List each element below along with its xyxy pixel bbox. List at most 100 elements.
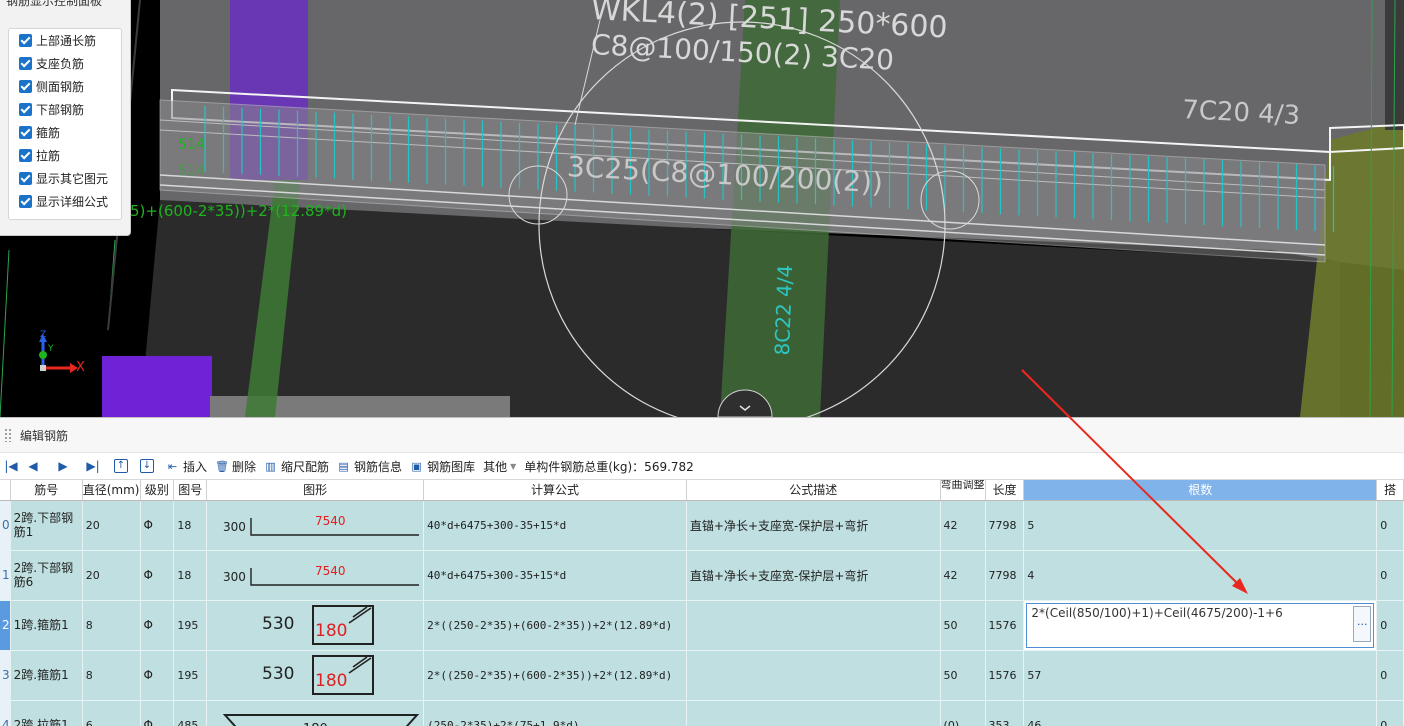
- insert-button[interactable]: ⇤ 插入: [166, 458, 207, 475]
- col-header-lap[interactable]: 搭: [1376, 480, 1404, 501]
- table-row[interactable]: 3 2跨.箍筋1 8 Φ 195 530 180 2*((250-2*35)+(600-2*3…: [0, 650, 1404, 701]
- grade-cell[interactable]: Φ: [140, 650, 175, 701]
- collapse-panel-button[interactable]: [716, 372, 774, 417]
- col-header-shape[interactable]: 图形: [206, 480, 425, 501]
- prev-record-icon[interactable]: ◀: [18, 459, 48, 473]
- length-cell[interactable]: 1576: [985, 650, 1025, 701]
- rebar-info-button[interactable]: ▤ 钢筋信息: [337, 458, 402, 475]
- grade-cell[interactable]: Φ: [140, 600, 175, 651]
- col-header-grade[interactable]: 级别: [140, 480, 175, 501]
- count-formula-input[interactable]: 2*(Ceil(850/100)+1)+Ceil(4675/200)-1+6..…: [1026, 602, 1375, 648]
- table-row[interactable]: 0 2跨.下部钢筋1 20 Φ 18 300 7540 40*d+6475+300-35+15…: [0, 500, 1404, 551]
- count-cell-editing[interactable]: 2*(Ceil(850/100)+1)+Ceil(4675/200)-1+6..…: [1023, 600, 1378, 651]
- bend-cell[interactable]: 50: [940, 650, 986, 701]
- shape-cell[interactable]: 180: [206, 700, 425, 726]
- checkbox-checked-icon[interactable]: [19, 149, 32, 162]
- count-cell[interactable]: 46: [1023, 700, 1378, 726]
- delete-button[interactable]: 🗑 删除: [215, 458, 256, 475]
- diameter-cell[interactable]: 20: [82, 500, 141, 551]
- description-cell[interactable]: [686, 600, 941, 651]
- checkbox-checked-icon[interactable]: [19, 34, 32, 47]
- rebar-name-cell[interactable]: 2跨.箍筋1: [10, 650, 83, 701]
- col-header-count[interactable]: 根数: [1023, 480, 1378, 501]
- lap-cell[interactable]: 0: [1376, 650, 1404, 701]
- shape-cell[interactable]: 300 7540: [206, 500, 425, 551]
- checkbox-checked-icon[interactable]: [19, 80, 32, 93]
- scale-rebar-button[interactable]: ▥ 缩尺配筋: [264, 458, 329, 475]
- checkbox-checked-icon[interactable]: [19, 172, 32, 185]
- grade-cell[interactable]: Φ: [140, 550, 175, 601]
- description-cell[interactable]: [686, 700, 941, 726]
- col-header-diameter[interactable]: 直径(mm): [82, 480, 141, 501]
- col-header-bend[interactable]: 弯曲调整: [940, 480, 986, 501]
- formula-cell[interactable]: 2*((250-2*35)+(600-2*35))+2*(12.89*d): [423, 600, 687, 651]
- formula-cell[interactable]: 2*((250-2*35)+(600-2*35))+2*(12.89*d): [423, 650, 687, 701]
- table-row[interactable]: 1 2跨.下部钢筋6 20 Φ 18 300 7540 40*d+6475+300-35+15…: [0, 550, 1404, 601]
- length-cell[interactable]: 7798: [985, 500, 1025, 551]
- diameter-cell[interactable]: 8: [82, 650, 141, 701]
- checkbox-checked-icon[interactable]: [19, 103, 32, 116]
- rebar-name-cell[interactable]: 2跨.下部钢筋6: [10, 550, 83, 601]
- length-cell[interactable]: 7798: [985, 550, 1025, 601]
- display-option-1[interactable]: 支座负筋: [9, 52, 121, 75]
- count-cell[interactable]: 4: [1023, 550, 1378, 601]
- move-up-button[interactable]: ↑: [114, 459, 132, 473]
- checkbox-checked-icon[interactable]: [19, 195, 32, 208]
- description-cell[interactable]: 直锚+净长+支座宽-保护层+弯折: [686, 500, 941, 551]
- col-header-figure-no[interactable]: 图号: [173, 480, 208, 501]
- diameter-cell[interactable]: 8: [82, 600, 141, 651]
- figure-no-cell[interactable]: 485: [173, 700, 208, 726]
- table-row[interactable]: 2 1跨.箍筋1 8 Φ 195 530 180 2*((250-2*35)+(600-2*3…: [0, 600, 1404, 651]
- table-row[interactable]: 42跨.拉筋16Φ485 180 (250-2*35)+2*(75+1.9*d) (0…: [0, 700, 1404, 726]
- 3d-viewport[interactable]: WKL4(2) [251] 250*600 C8@100/150(2) 3C20…: [0, 0, 1404, 417]
- figure-no-cell[interactable]: 18: [173, 550, 208, 601]
- shape-cell[interactable]: 530 180: [206, 650, 425, 701]
- rebar-library-button[interactable]: ▣ 钢筋图库: [410, 458, 475, 475]
- display-option-7[interactable]: 显示详细公式: [9, 190, 121, 213]
- display-option-4[interactable]: 箍筋: [9, 121, 121, 144]
- display-option-5[interactable]: 拉筋: [9, 144, 121, 167]
- bend-cell[interactable]: (0): [940, 700, 986, 726]
- display-option-2[interactable]: 侧面钢筋: [9, 75, 121, 98]
- count-cell[interactable]: 57: [1023, 650, 1378, 701]
- figure-no-cell[interactable]: 18: [173, 500, 208, 551]
- count-cell[interactable]: 5: [1023, 500, 1378, 551]
- grade-cell[interactable]: Φ: [140, 500, 175, 551]
- grade-cell[interactable]: Φ: [140, 700, 175, 726]
- checkbox-checked-icon[interactable]: [19, 126, 32, 139]
- other-dropdown[interactable]: 其他 ▼: [483, 458, 516, 475]
- col-header-length[interactable]: 长度: [985, 480, 1025, 501]
- formula-cell[interactable]: (250-2*35)+2*(75+1.9*d): [423, 700, 687, 726]
- lap-cell[interactable]: 0: [1376, 550, 1404, 601]
- row-number[interactable]: 1: [0, 550, 11, 601]
- move-down-button[interactable]: ↓: [140, 459, 158, 473]
- ellipsis-button[interactable]: ...: [1353, 605, 1372, 642]
- rebar-name-cell[interactable]: 2跨.下部钢筋1: [10, 500, 83, 551]
- diameter-cell[interactable]: 20: [82, 550, 141, 601]
- formula-cell[interactable]: 40*d+6475+300-35+15*d: [423, 550, 687, 601]
- bend-cell[interactable]: 42: [940, 550, 986, 601]
- next-record-icon[interactable]: ▶: [48, 459, 78, 473]
- diameter-cell[interactable]: 6: [82, 700, 141, 726]
- lap-cell[interactable]: 0: [1376, 700, 1404, 726]
- formula-cell[interactable]: 40*d+6475+300-35+15*d: [423, 500, 687, 551]
- display-option-6[interactable]: 显示其它图元: [9, 167, 121, 190]
- shape-cell[interactable]: 300 7540: [206, 550, 425, 601]
- display-option-0[interactable]: 上部通长筋: [9, 29, 121, 52]
- checkbox-checked-icon[interactable]: [19, 57, 32, 70]
- description-cell[interactable]: 直锚+净长+支座宽-保护层+弯折: [686, 550, 941, 601]
- length-cell[interactable]: 1576: [985, 600, 1025, 651]
- rebar-name-cell[interactable]: 1跨.箍筋1: [10, 600, 83, 651]
- col-header-name[interactable]: 筋号: [10, 480, 83, 501]
- display-option-3[interactable]: 下部钢筋: [9, 98, 121, 121]
- bend-cell[interactable]: 42: [940, 500, 986, 551]
- length-cell[interactable]: 353: [985, 700, 1025, 726]
- shape-cell[interactable]: 530 180: [206, 600, 425, 651]
- col-header-formula[interactable]: 计算公式: [423, 480, 687, 501]
- last-record-icon[interactable]: ▶|: [78, 459, 108, 473]
- rebar-name-cell[interactable]: 2跨.拉筋1: [10, 700, 83, 726]
- figure-no-cell[interactable]: 195: [173, 600, 208, 651]
- lap-cell[interactable]: 0: [1376, 600, 1404, 651]
- row-number[interactable]: 3: [0, 650, 11, 701]
- row-number[interactable]: 0: [0, 500, 11, 551]
